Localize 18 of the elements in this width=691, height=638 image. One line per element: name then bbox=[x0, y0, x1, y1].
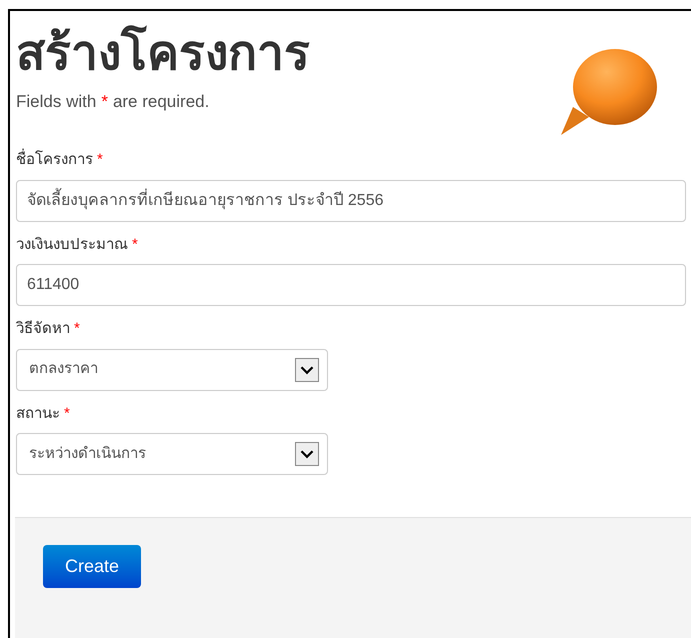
select-field[interactable]: ระหว่างดำเนินการ bbox=[16, 433, 328, 475]
page-title: สร้างโครงการ bbox=[16, 25, 310, 82]
required-mark: * bbox=[101, 90, 108, 113]
field-label: ชื่อโครงการ bbox=[16, 149, 93, 172]
select-field[interactable]: ตกลงราคา bbox=[16, 348, 328, 390]
note-text: Fields with bbox=[16, 90, 96, 113]
required-mark: * bbox=[64, 404, 70, 424]
note-text: are required. bbox=[112, 90, 210, 113]
required-mark: * bbox=[74, 319, 80, 339]
field-label: วงเงินงบประมาณ bbox=[16, 234, 128, 254]
field-label: สถานะ bbox=[16, 404, 60, 424]
text-field[interactable]: จัดเลี้ยงบุคลากรที่เกษียณอายุราชการ ประจำปี 2556 bbox=[16, 180, 686, 222]
create-button[interactable]: Create bbox=[43, 545, 141, 588]
required-mark: * bbox=[97, 150, 103, 170]
field-label: วิธีจัดหา bbox=[16, 319, 70, 339]
text-field[interactable]: 611400 bbox=[16, 264, 686, 306]
speech-bubble-icon bbox=[559, 47, 657, 137]
required-mark: * bbox=[132, 234, 138, 254]
